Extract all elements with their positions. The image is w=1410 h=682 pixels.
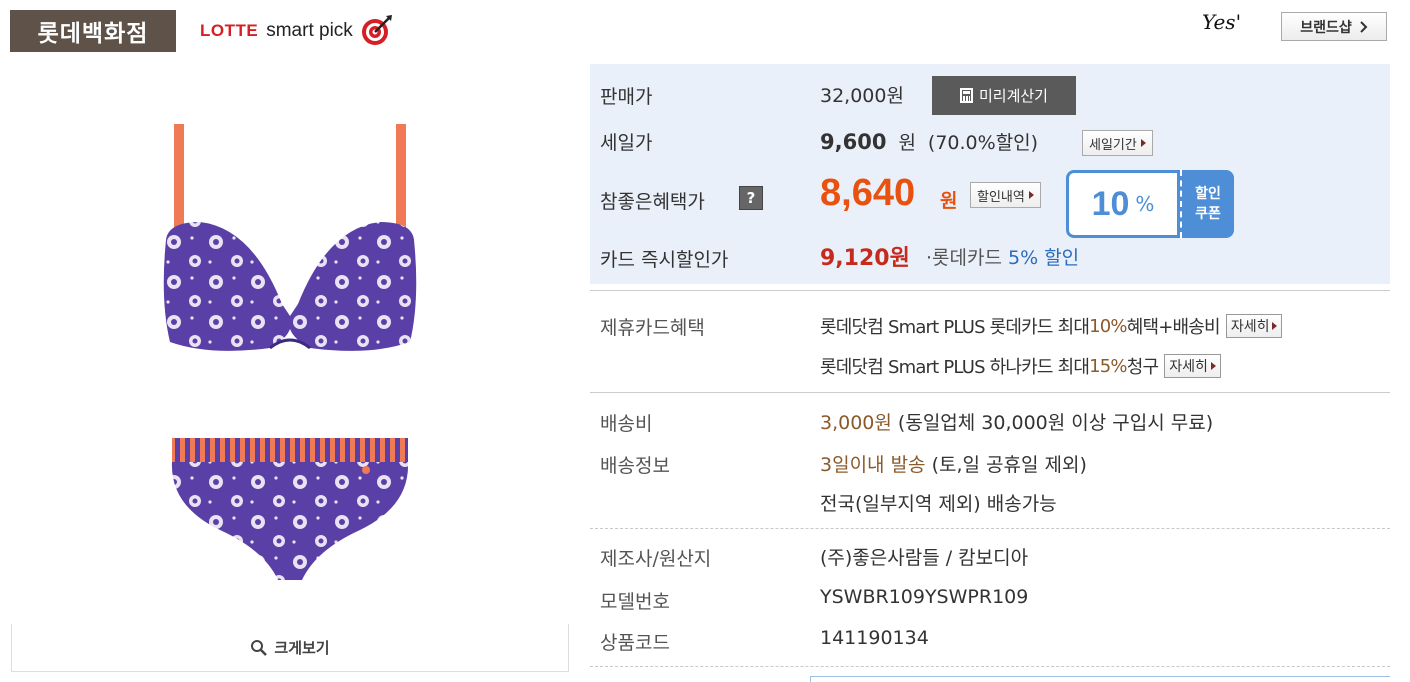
- card-name: 롯데카드: [932, 247, 1002, 269]
- coupon-label: 할인 쿠폰: [1180, 170, 1234, 238]
- partner-card-line2-text: 롯데닷컴 Smart PLUS 하나카드 최대: [820, 357, 1090, 378]
- shipping-info-note: (토,일 공휴일 제외): [931, 454, 1087, 476]
- brand-shop-label: 브랜드샵: [1300, 19, 1352, 36]
- sale-period-label: 세일기간: [1089, 137, 1137, 153]
- smartpick-text: smart pick: [266, 20, 353, 41]
- smartpick-logo[interactable]: LOTTE smart pick: [200, 14, 393, 48]
- magnifier-icon: [251, 639, 268, 656]
- yes-brand-logo[interactable]: Yes': [1202, 10, 1241, 34]
- price-calculator-button[interactable]: 미리계산기: [932, 76, 1076, 115]
- sale-price-label: 세일가: [600, 132, 653, 154]
- arrow-right-icon: [1210, 362, 1216, 370]
- divider: [590, 392, 1390, 393]
- sale-period-button[interactable]: 세일기간: [1082, 130, 1153, 156]
- shipping-fee-label: 배송비: [600, 413, 653, 435]
- maker-value: (주)좋은사람들 / 캄보디아: [820, 547, 1029, 569]
- shipping-info-value: 3일이내 발송: [820, 454, 926, 476]
- model-value: YSWBR109YSWPR109: [820, 586, 1029, 608]
- product-image[interactable]: [120, 110, 440, 590]
- partner-card-line1-suffix: 혜택+배송비: [1126, 317, 1221, 338]
- coupon-percent-symbol: %: [1135, 192, 1155, 216]
- detail-button-label: 자세히: [1230, 319, 1270, 335]
- partner-card-line1: 롯데닷컴 Smart PLUS 롯데카드 최대 10% 혜택+배송비 자세히: [820, 313, 1283, 339]
- partner-card-label: 제휴카드혜택: [600, 317, 705, 339]
- maker-label: 제조사/원산지: [600, 548, 712, 570]
- partner-card-line1-text: 롯데닷컴 Smart PLUS 롯데카드 최대: [820, 317, 1090, 338]
- divider: [590, 666, 1390, 667]
- coupon-label-line1: 할인: [1195, 186, 1221, 202]
- target-icon: [361, 15, 392, 45]
- card-price-label: 카드 즉시할인가: [600, 249, 729, 271]
- sale-discount: (70.0%할인): [927, 132, 1039, 154]
- chevron-right-icon: [1360, 20, 1368, 33]
- coupon-value: 10 %: [1066, 170, 1180, 238]
- partner-card-line2-pct: 15%: [1089, 355, 1127, 377]
- product-code-label: 상품코드: [600, 632, 670, 654]
- best-price-unit: 원: [940, 190, 958, 212]
- partner-card-line2: 롯데닷컴 Smart PLUS 하나카드 최대 15% 청구 자세히: [820, 353, 1221, 379]
- best-price: 8,640: [820, 172, 916, 214]
- list-price: 32,000원: [820, 85, 904, 107]
- card-discount: 5% 할인: [1008, 247, 1080, 269]
- sale-price: 9,600: [820, 130, 887, 154]
- product-code-value: 141190134: [820, 627, 929, 649]
- detail-button-label: 자세히: [1169, 359, 1208, 375]
- best-price-label: 참좋은혜택가: [600, 191, 705, 213]
- shipping-fee-note: (동일업체 30,000원 이상 구입시 무료): [897, 412, 1214, 434]
- shipping-info-label: 배송정보: [600, 455, 670, 477]
- shipping-area: 전국(일부지역 제외) 배송가능: [820, 493, 1057, 515]
- divider: [590, 290, 1390, 291]
- partner-card-line2-suffix: 청구: [1126, 357, 1159, 378]
- card-price: 9,120원: [820, 246, 910, 271]
- coupon-percent: 10: [1091, 184, 1130, 223]
- discount-detail-label: 할인내역: [977, 189, 1025, 205]
- shipping-fee-value: 3,000원: [820, 412, 892, 434]
- help-icon[interactable]: ?: [739, 186, 763, 210]
- detail-button[interactable]: 자세히: [1225, 314, 1283, 338]
- arrow-right-icon: [1028, 191, 1034, 199]
- shipping-fee: 3,000원 (동일업체 30,000원 이상 구입시 무료): [820, 408, 1213, 435]
- detail-button[interactable]: 자세히: [1164, 354, 1221, 378]
- list-price-label: 판매가: [600, 86, 653, 108]
- card-discount-note: ·롯데카드 5% 할인: [926, 243, 1079, 270]
- store-logo[interactable]: 롯데백화점: [10, 10, 176, 52]
- partner-card-line1-pct: 10%: [1089, 315, 1127, 337]
- discount-detail-button[interactable]: 할인내역: [970, 182, 1041, 208]
- zoom-button[interactable]: 크게보기: [11, 624, 569, 672]
- tab-strip-edge: [810, 676, 1390, 682]
- arrow-right-icon: [1272, 322, 1278, 330]
- shipping-info: 3일이내 발송 (토,일 공휴일 제외): [820, 450, 1087, 477]
- discount-coupon[interactable]: 10 % 할인 쿠폰: [1066, 170, 1234, 238]
- smartpick-brand: LOTTE: [200, 21, 259, 40]
- brand-shop-button[interactable]: 브랜드샵: [1281, 12, 1387, 41]
- zoom-label: 크게보기: [274, 639, 330, 657]
- arrow-right-icon: [1140, 139, 1146, 147]
- model-label: 모델번호: [600, 591, 670, 613]
- sale-price-row: 9,600 원 (70.0%할인): [820, 128, 1038, 155]
- calculator-icon: [959, 88, 973, 103]
- sale-price-unit: 원: [898, 132, 916, 154]
- price-calculator-label: 미리계산기: [978, 87, 1048, 105]
- coupon-label-line2: 쿠폰: [1195, 206, 1221, 222]
- divider: [590, 528, 1390, 529]
